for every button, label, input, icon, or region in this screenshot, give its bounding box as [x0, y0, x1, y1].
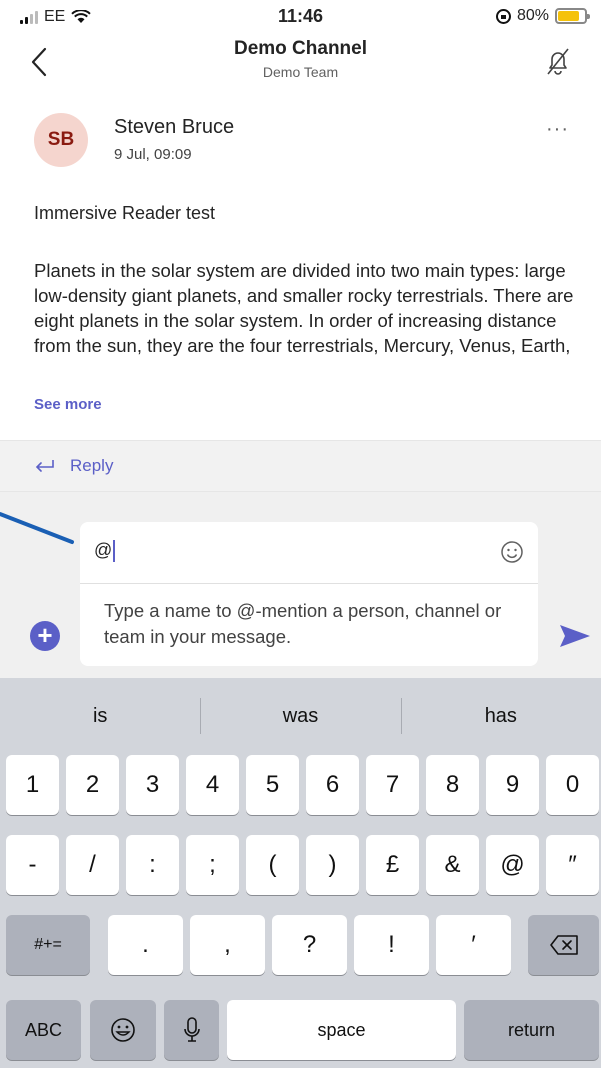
send-icon[interactable] [558, 623, 592, 649]
status-right: 80% [495, 7, 590, 25]
suggestion-item[interactable]: was [200, 678, 400, 754]
dictation-key[interactable] [164, 1000, 219, 1060]
key-2[interactable]: 2 [66, 755, 119, 815]
emoji-icon [111, 1018, 135, 1042]
key-7[interactable]: 7 [366, 755, 419, 815]
suggestion-item[interactable]: is [0, 678, 200, 754]
key-6[interactable]: 6 [306, 755, 359, 815]
compose-input[interactable]: @ [80, 522, 538, 584]
key-more-symbols[interactable]: #+= [6, 915, 90, 975]
space-key[interactable]: space [227, 1000, 456, 1060]
status-bar: EE 11:46 80% [0, 0, 601, 34]
suggestion-item[interactable]: has [400, 678, 601, 754]
key-abc[interactable]: ABC [6, 1000, 81, 1060]
key-ampersand[interactable]: & [426, 835, 479, 895]
annotation-arrow [0, 512, 74, 544]
key-at[interactable]: @ [486, 835, 539, 895]
key-pound[interactable]: £ [366, 835, 419, 895]
backspace-key[interactable] [528, 915, 599, 975]
key-exclamation[interactable]: ! [354, 915, 429, 975]
key-1[interactable]: 1 [6, 755, 59, 815]
battery-fill [558, 11, 579, 21]
orientation-lock-icon [495, 8, 511, 24]
key-4[interactable]: 4 [186, 755, 239, 815]
key-9[interactable]: 9 [486, 755, 539, 815]
message-timestamp: 9 Jul, 09:09 [114, 146, 192, 163]
key-comma[interactable]: , [190, 915, 265, 975]
key-8[interactable]: 8 [426, 755, 479, 815]
reply-arrow-icon [35, 460, 54, 472]
suggestion-bar: is was has [0, 678, 601, 754]
text-caret [113, 540, 116, 563]
team-subtitle: Demo Team [262, 64, 339, 80]
key-double-quote[interactable]: ″ [546, 835, 599, 895]
channel-header: Demo Channel Demo Team [0, 34, 601, 90]
key-3[interactable]: 3 [126, 755, 179, 815]
reply-bar[interactable]: Reply [0, 440, 601, 492]
key-question[interactable]: ? [272, 915, 347, 975]
compose-text[interactable]: @ [94, 540, 116, 563]
message-subject: Immersive Reader test [34, 203, 216, 223]
channel-title[interactable]: Demo Channel [0, 38, 601, 60]
key-semicolon[interactable]: ; [186, 835, 239, 895]
key-close-paren[interactable]: ) [306, 835, 359, 895]
add-attachment-button[interactable]: + [30, 621, 60, 651]
key-5[interactable]: 5 [246, 755, 299, 815]
reply-label[interactable]: Reply [70, 456, 113, 476]
emoji-key[interactable] [90, 1000, 156, 1060]
battery-percent: 80% [516, 7, 549, 24]
message-author: Steven Bruce [114, 116, 235, 138]
key-open-paren[interactable]: ( [246, 835, 299, 895]
key-apostrophe[interactable]: ′ [436, 915, 511, 975]
mention-hint-panel: Type a name to @-mention a person, chann… [80, 584, 538, 666]
battery-icon [555, 8, 590, 24]
key-period[interactable]: . [108, 915, 183, 975]
backspace-icon [549, 935, 578, 955]
see-more-link[interactable]: See more [34, 396, 102, 413]
microphone-icon [183, 1017, 200, 1042]
on-screen-keyboard: is was has 1 2 3 4 5 6 7 8 9 0 - / : ; (… [0, 678, 601, 1068]
more-options-icon[interactable]: ··· [546, 118, 569, 141]
key-slash[interactable]: / [66, 835, 119, 895]
avatar[interactable]: SB [34, 113, 88, 167]
key-hyphen[interactable]: - [6, 835, 59, 895]
key-colon[interactable]: : [126, 835, 179, 895]
bell-off-icon[interactable] [545, 46, 571, 78]
return-key[interactable]: return [464, 1000, 599, 1060]
message-body: Planets in the solar system are divided … [34, 260, 574, 356]
key-0[interactable]: 0 [546, 755, 599, 815]
mention-hint-text: Type a name to @-mention a person, chann… [104, 600, 502, 647]
smiley-icon[interactable] [500, 540, 524, 564]
